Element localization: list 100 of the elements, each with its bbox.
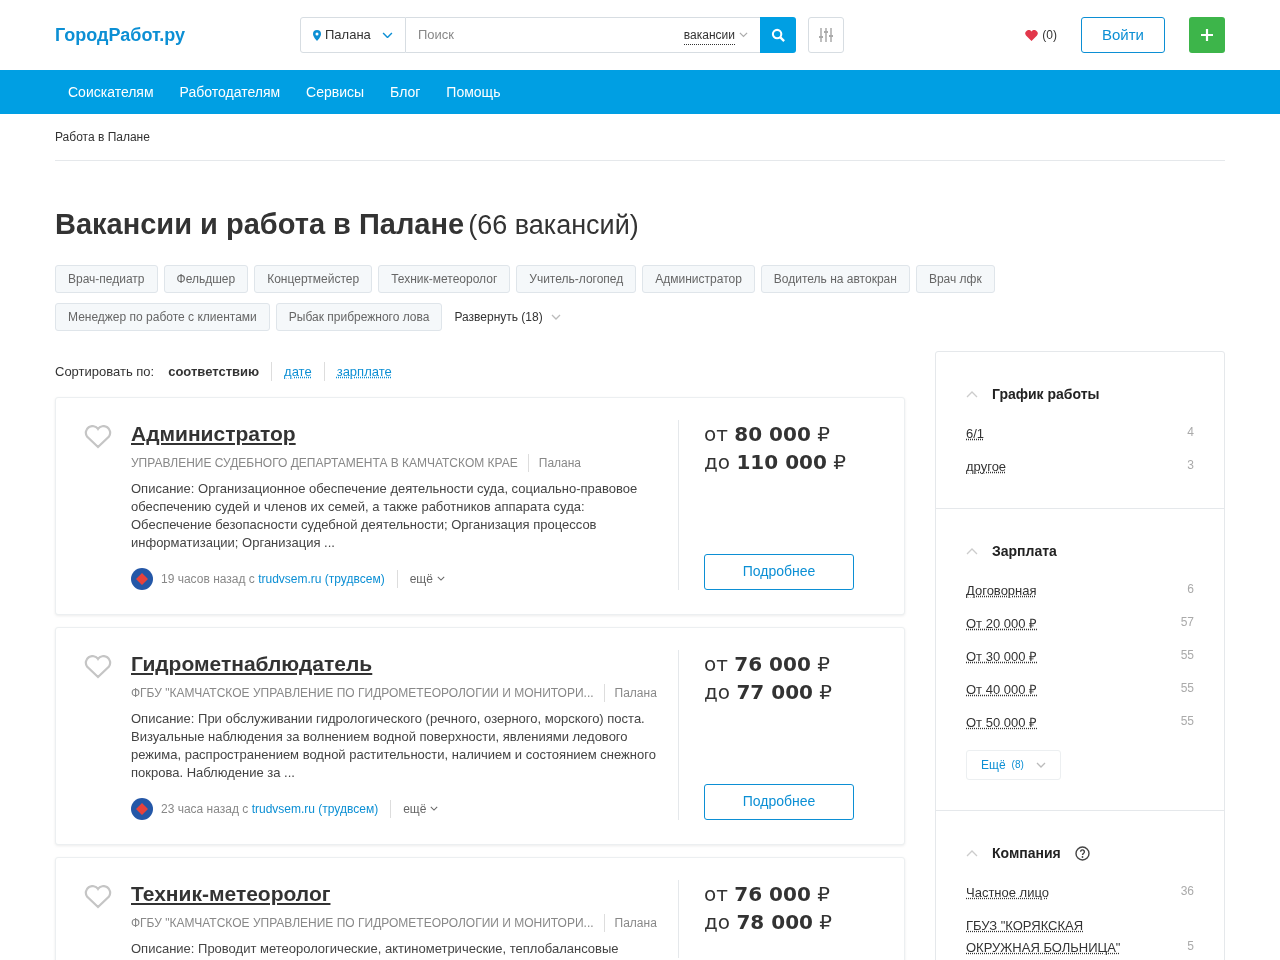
tag-chip[interactable]: Менеджер по работе с клиентами bbox=[55, 302, 270, 331]
vacancy-description: Описание: Организационное обеспечение деятельности суда, социально-правовое обеспечению судей и членов их семей, а также работников аппарата суда: Обеспечение безопасности судебной деятельности; Организация процессов информатизации; Организация ... bbox=[131, 479, 639, 552]
site-logo[interactable]: ГородРабот.ру bbox=[55, 21, 300, 49]
chevron-down-icon bbox=[1035, 761, 1046, 768]
source-logo-icon bbox=[131, 567, 153, 590]
vacancy-title-link[interactable]: Техник-метеоролог bbox=[131, 879, 658, 908]
nav-link[interactable]: Работодателям bbox=[179, 81, 281, 103]
salary-from: от 76 000 ₽ bbox=[704, 650, 831, 678]
search-button[interactable] bbox=[760, 17, 796, 53]
sort-label: Сортировать по: bbox=[55, 362, 155, 381]
search-scope-dropdown[interactable]: вакансии bbox=[683, 25, 748, 45]
filter-option[interactable]: 6/1 bbox=[966, 422, 1136, 445]
filter-count: 55 bbox=[1180, 679, 1194, 697]
details-button[interactable]: Подробнее bbox=[704, 553, 854, 590]
vacancy-description: Описание: Проводит метеорологические, актинометрические, теплобалансовые bbox=[131, 939, 620, 958]
help-icon[interactable] bbox=[1074, 845, 1090, 861]
tag-chip[interactable]: Администратор bbox=[642, 264, 755, 293]
salary-to: до 78 000 ₽ bbox=[704, 908, 834, 936]
chevron-up-icon[interactable] bbox=[966, 849, 978, 857]
tag-chip[interactable]: Врач лфк bbox=[915, 264, 995, 293]
filter-count: 3 bbox=[1187, 456, 1194, 474]
filter-option[interactable]: От 50 000 ₽ bbox=[966, 711, 1136, 734]
filter-settings-button[interactable] bbox=[808, 17, 844, 53]
chevron-down-icon bbox=[739, 32, 748, 38]
tag-chip[interactable]: Техник-метеоролог bbox=[378, 264, 511, 293]
filter-option[interactable]: другое bbox=[966, 455, 1136, 478]
vacancy-title-link[interactable]: Гидрометнаблюдатель bbox=[131, 649, 658, 678]
source-link[interactable]: trudvsem.ru (трудвсем) bbox=[251, 801, 379, 816]
posted-info: 23 часа назад с trudvsem.ru (трудвсем) bbox=[161, 799, 392, 818]
tag-chip[interactable]: Фельдшер bbox=[163, 264, 249, 293]
favorites-link[interactable]: (0) bbox=[1025, 26, 1057, 44]
nav-link[interactable]: Помощь bbox=[446, 81, 501, 103]
filter-section-title: Компания bbox=[992, 843, 1061, 863]
sort-option[interactable]: зарплате bbox=[323, 361, 404, 382]
show-more-button[interactable]: Ещё (8) bbox=[966, 749, 1061, 780]
expand-link[interactable]: Развернуть (18) bbox=[448, 302, 567, 331]
details-button[interactable]: Подробнее bbox=[704, 783, 854, 820]
vacancy-title-link[interactable]: Администратор bbox=[131, 419, 658, 448]
nav-link[interactable]: Сервисы bbox=[306, 81, 365, 103]
search-field[interactable]: Поиск вакансии bbox=[406, 17, 760, 53]
city-name: Палана bbox=[613, 684, 657, 702]
sort-option[interactable]: дате bbox=[271, 361, 324, 382]
heart-outline-icon[interactable] bbox=[84, 654, 112, 679]
more-link[interactable]: ещё bbox=[391, 799, 439, 818]
filter-section-title: Зарплата bbox=[992, 541, 1057, 561]
company-name: ФГБУ "КАМЧАТСКОЕ УПРАВЛЕНИЕ ПО ГИДРОМЕТЕОРОЛОГИИ И МОНИТОРИ... bbox=[131, 913, 605, 932]
salary-from: от 76 000 ₽ bbox=[704, 880, 831, 908]
tag-chip[interactable]: Учитель-логопед bbox=[516, 264, 637, 293]
filter-option[interactable]: Договорная bbox=[966, 579, 1136, 602]
filter-section-title: График работы bbox=[992, 384, 1100, 404]
salary-to: до 77 000 ₽ bbox=[704, 678, 834, 706]
filter-count: 6 bbox=[1187, 580, 1194, 598]
chevron-down-icon bbox=[382, 31, 393, 39]
city-name: Палана bbox=[613, 914, 657, 932]
plus-icon bbox=[1200, 28, 1214, 42]
heart-outline-icon[interactable] bbox=[84, 424, 112, 449]
filter-option[interactable]: От 40 000 ₽ bbox=[966, 678, 1136, 701]
tag-chip[interactable]: Врач-педиатр bbox=[55, 264, 158, 293]
nav-link[interactable]: Блог bbox=[390, 81, 421, 103]
login-button[interactable]: Войти bbox=[1081, 17, 1165, 53]
chevron-up-icon[interactable] bbox=[966, 390, 978, 398]
tag-chip[interactable]: Рыбак прибрежного лова bbox=[275, 302, 443, 331]
source-link[interactable]: trudvsem.ru (трудвсем) bbox=[258, 571, 385, 586]
chevron-down-icon bbox=[550, 313, 561, 320]
filter-count: 4 bbox=[1187, 423, 1194, 441]
filter-option[interactable]: ГБУЗ "КОРЯКСКАЯ ОКРУЖНАЯ БОЛЬНИЦА" bbox=[966, 914, 1136, 959]
sliders-icon bbox=[819, 27, 833, 43]
filter-count: 55 bbox=[1180, 646, 1194, 664]
filter-count: 55 bbox=[1180, 712, 1194, 730]
filter-option[interactable]: От 30 000 ₽ bbox=[966, 645, 1136, 668]
sort-option[interactable]: соответствию bbox=[168, 361, 272, 382]
chevron-up-icon[interactable] bbox=[966, 547, 978, 555]
location-pin-icon bbox=[313, 29, 321, 41]
breadcrumb-link[interactable]: Работа в Палане bbox=[55, 128, 150, 146]
salary-from: от 80 000 ₽ bbox=[704, 420, 831, 448]
tag-chip[interactable]: Водитель на автокран bbox=[760, 264, 910, 293]
salary-to: до 110 000 ₽ bbox=[704, 448, 847, 476]
location-dropdown[interactable]: Палана bbox=[300, 17, 406, 53]
nav-link[interactable]: Соискателям bbox=[68, 81, 154, 103]
source-logo-icon bbox=[131, 797, 153, 820]
heart-icon bbox=[1025, 29, 1039, 41]
add-button[interactable] bbox=[1189, 17, 1225, 53]
chevron-down-icon bbox=[430, 806, 439, 811]
heart-outline-icon[interactable] bbox=[84, 884, 112, 909]
filter-count: 5 bbox=[1187, 937, 1194, 955]
vacancy-description: Описание: При обслуживании гидрологического (речного, озерного, морского) поста. Визуальные наблюдения за волнением водной поверхности, явлениями ледового режима, распространением водной растительности, наличием и состоянием снежного покрова. Наблюдение за ... bbox=[131, 709, 657, 782]
company-name: УПРАВЛЕНИЕ СУДЕБНОГО ДЕПАРТАМЕНТА В КАМЧАТСКОМ КРАЕ bbox=[131, 453, 529, 472]
posted-info: 19 часов назад с trudvsem.ru (трудвсем) bbox=[161, 569, 398, 588]
vacancy-count: (66 вакансий) bbox=[468, 209, 639, 242]
chevron-down-icon bbox=[436, 576, 445, 581]
filter-count: 57 bbox=[1180, 613, 1194, 631]
filter-option[interactable]: Частное лицо bbox=[966, 881, 1136, 904]
more-link[interactable]: ещё bbox=[397, 569, 445, 588]
search-icon bbox=[770, 27, 786, 43]
filter-count: 36 bbox=[1180, 882, 1194, 900]
filter-option[interactable]: От 20 000 ₽ bbox=[966, 612, 1136, 635]
page-heading: Вакансии и работа в Палане bbox=[55, 207, 465, 242]
city-name: Палана bbox=[537, 454, 582, 472]
tag-chip[interactable]: Концертмейстер bbox=[254, 264, 373, 293]
company-name: ФГБУ "КАМЧАТСКОЕ УПРАВЛЕНИЕ ПО ГИДРОМЕТЕОРОЛОГИИ И МОНИТОРИ... bbox=[131, 683, 605, 702]
